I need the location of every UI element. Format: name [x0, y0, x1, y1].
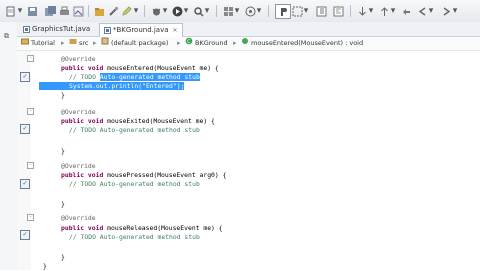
breadcrumb-separator-icon: ▸ [61, 39, 65, 47]
debug-dropdown-icon[interactable]: ▾ [162, 4, 168, 18]
java-file-icon [104, 27, 111, 34]
toggle-block-selection-icon[interactable] [291, 4, 303, 18]
tab-label: *BKGround.java [113, 26, 169, 34]
selected-text: Auto-generated method stub [99, 73, 200, 81]
breadcrumb-separator-icon: ▸ [177, 39, 181, 47]
selected-text: System.out.println("Entered"); [39, 82, 185, 90]
build-icon[interactable] [72, 4, 84, 18]
task-marker-icon[interactable]: ✓ [20, 72, 30, 82]
code-line: // TODO Auto-generated method stub [69, 180, 200, 188]
run-dropdown-icon[interactable]: ▾ [183, 4, 189, 18]
code-line: // TODO Auto-generated method stub [69, 233, 200, 241]
show-whitespace-icon[interactable] [315, 4, 327, 18]
save-all-icon[interactable] [44, 4, 56, 18]
breadcrumb-item[interactable]: BKGround [195, 37, 228, 50]
debug-icon[interactable] [150, 4, 162, 18]
pencil-dropdown-icon[interactable]: ▾ [133, 4, 139, 18]
breadcrumb-folder-icon [69, 37, 77, 50]
last-edit-icon[interactable] [400, 4, 412, 18]
editor-tab-bar: GraphicsTut.java *BKGround.java ✕ [17, 22, 480, 37]
breadcrumb-separator-icon: ▸ [233, 39, 237, 47]
fold-collapse-icon[interactable]: - [27, 162, 34, 169]
code-line: } [61, 91, 65, 99]
restore-icon[interactable]: ⧉ [4, 32, 9, 41]
forward-icon[interactable] [440, 4, 452, 18]
code-line: @Override [61, 214, 96, 222]
open-perspective-icon[interactable] [244, 4, 256, 18]
breadcrumb-method-icon [241, 37, 249, 50]
fold-collapse-icon[interactable]: - [27, 108, 34, 115]
previous-annotation-icon[interactable] [378, 4, 390, 18]
fold-collapse-icon[interactable]: - [27, 55, 34, 62]
save-icon[interactable] [26, 4, 38, 18]
code-editor[interactable]: - ✓ - ✓ - ✓ - ✓ @Override public void mo… [17, 51, 480, 270]
open-type-icon[interactable] [93, 4, 105, 18]
next-annotation-dropdown-icon[interactable]: ▾ [303, 4, 309, 18]
previous-annotation-menu-icon[interactable]: ▾ [390, 4, 396, 18]
perspective-dropdown-icon[interactable]: ▾ [256, 4, 262, 18]
close-tab-icon[interactable]: ✕ [173, 24, 178, 37]
forward-dropdown-icon[interactable]: ▾ [452, 4, 458, 18]
breadcrumb-item[interactable]: mouseEntered(MouseEvent) : void [251, 37, 363, 50]
breadcrumb: Tutorial ▸ src ▸ (default package) ▸ C B… [17, 37, 480, 51]
main-toolbar: ▾ ▾ ▾ ▾ ▾ ▾ ▾ ▾ ▾ ▾ ▾ ▾ [0, 0, 480, 23]
fold-collapse-icon[interactable]: - [27, 214, 34, 221]
new-dropdown-icon[interactable]: ▾ [17, 4, 23, 18]
next-annotation-menu-icon[interactable]: ▾ [368, 4, 374, 18]
code-line: // TODO Auto-generated method stub [69, 126, 200, 134]
pencil-icon[interactable] [120, 4, 132, 18]
next-annotation-icon[interactable] [356, 4, 368, 18]
task-marker-icon[interactable]: ✓ [20, 179, 30, 189]
tools-icon[interactable] [107, 4, 119, 18]
grid-dropdown-icon[interactable]: ▾ [234, 4, 240, 18]
breadcrumb-package-icon [101, 37, 109, 50]
breadcrumb-separator-icon: ▸ [93, 39, 97, 47]
code-line: } [61, 147, 65, 155]
show-source-icon[interactable] [332, 4, 344, 18]
breadcrumb-class-icon: C [185, 37, 193, 50]
tab-label: GraphicsTut.java [32, 25, 91, 33]
external-tools-dropdown-icon[interactable]: ▾ [204, 4, 210, 18]
breadcrumb-item[interactable]: (default package) [111, 37, 168, 50]
tab-bkground[interactable]: *BKGround.java ✕ [99, 23, 183, 37]
back-dropdown-icon[interactable]: ▾ [428, 4, 434, 18]
grid-icon[interactable] [222, 4, 234, 18]
print-icon[interactable] [58, 4, 70, 18]
code-line: } [61, 200, 65, 208]
new-icon[interactable] [4, 4, 16, 18]
svg-text:C: C [187, 39, 191, 45]
task-marker-icon[interactable]: ✓ [20, 124, 30, 134]
breadcrumb-item[interactable]: Tutorial [31, 37, 55, 50]
toggle-mark-occurrences-icon[interactable] [275, 4, 291, 19]
code-line: } [61, 253, 65, 261]
java-file-icon [23, 26, 30, 33]
back-icon[interactable] [416, 4, 428, 18]
breadcrumb-item[interactable]: src [79, 37, 89, 50]
breadcrumb-project-icon [21, 37, 29, 50]
left-trim-bar: ⧉ [0, 22, 18, 270]
task-marker-icon[interactable]: ✓ [20, 230, 30, 240]
tab-graphicstut[interactable]: GraphicsTut.java [19, 23, 94, 36]
run-icon[interactable] [171, 4, 183, 18]
external-tools-icon[interactable] [192, 4, 204, 18]
